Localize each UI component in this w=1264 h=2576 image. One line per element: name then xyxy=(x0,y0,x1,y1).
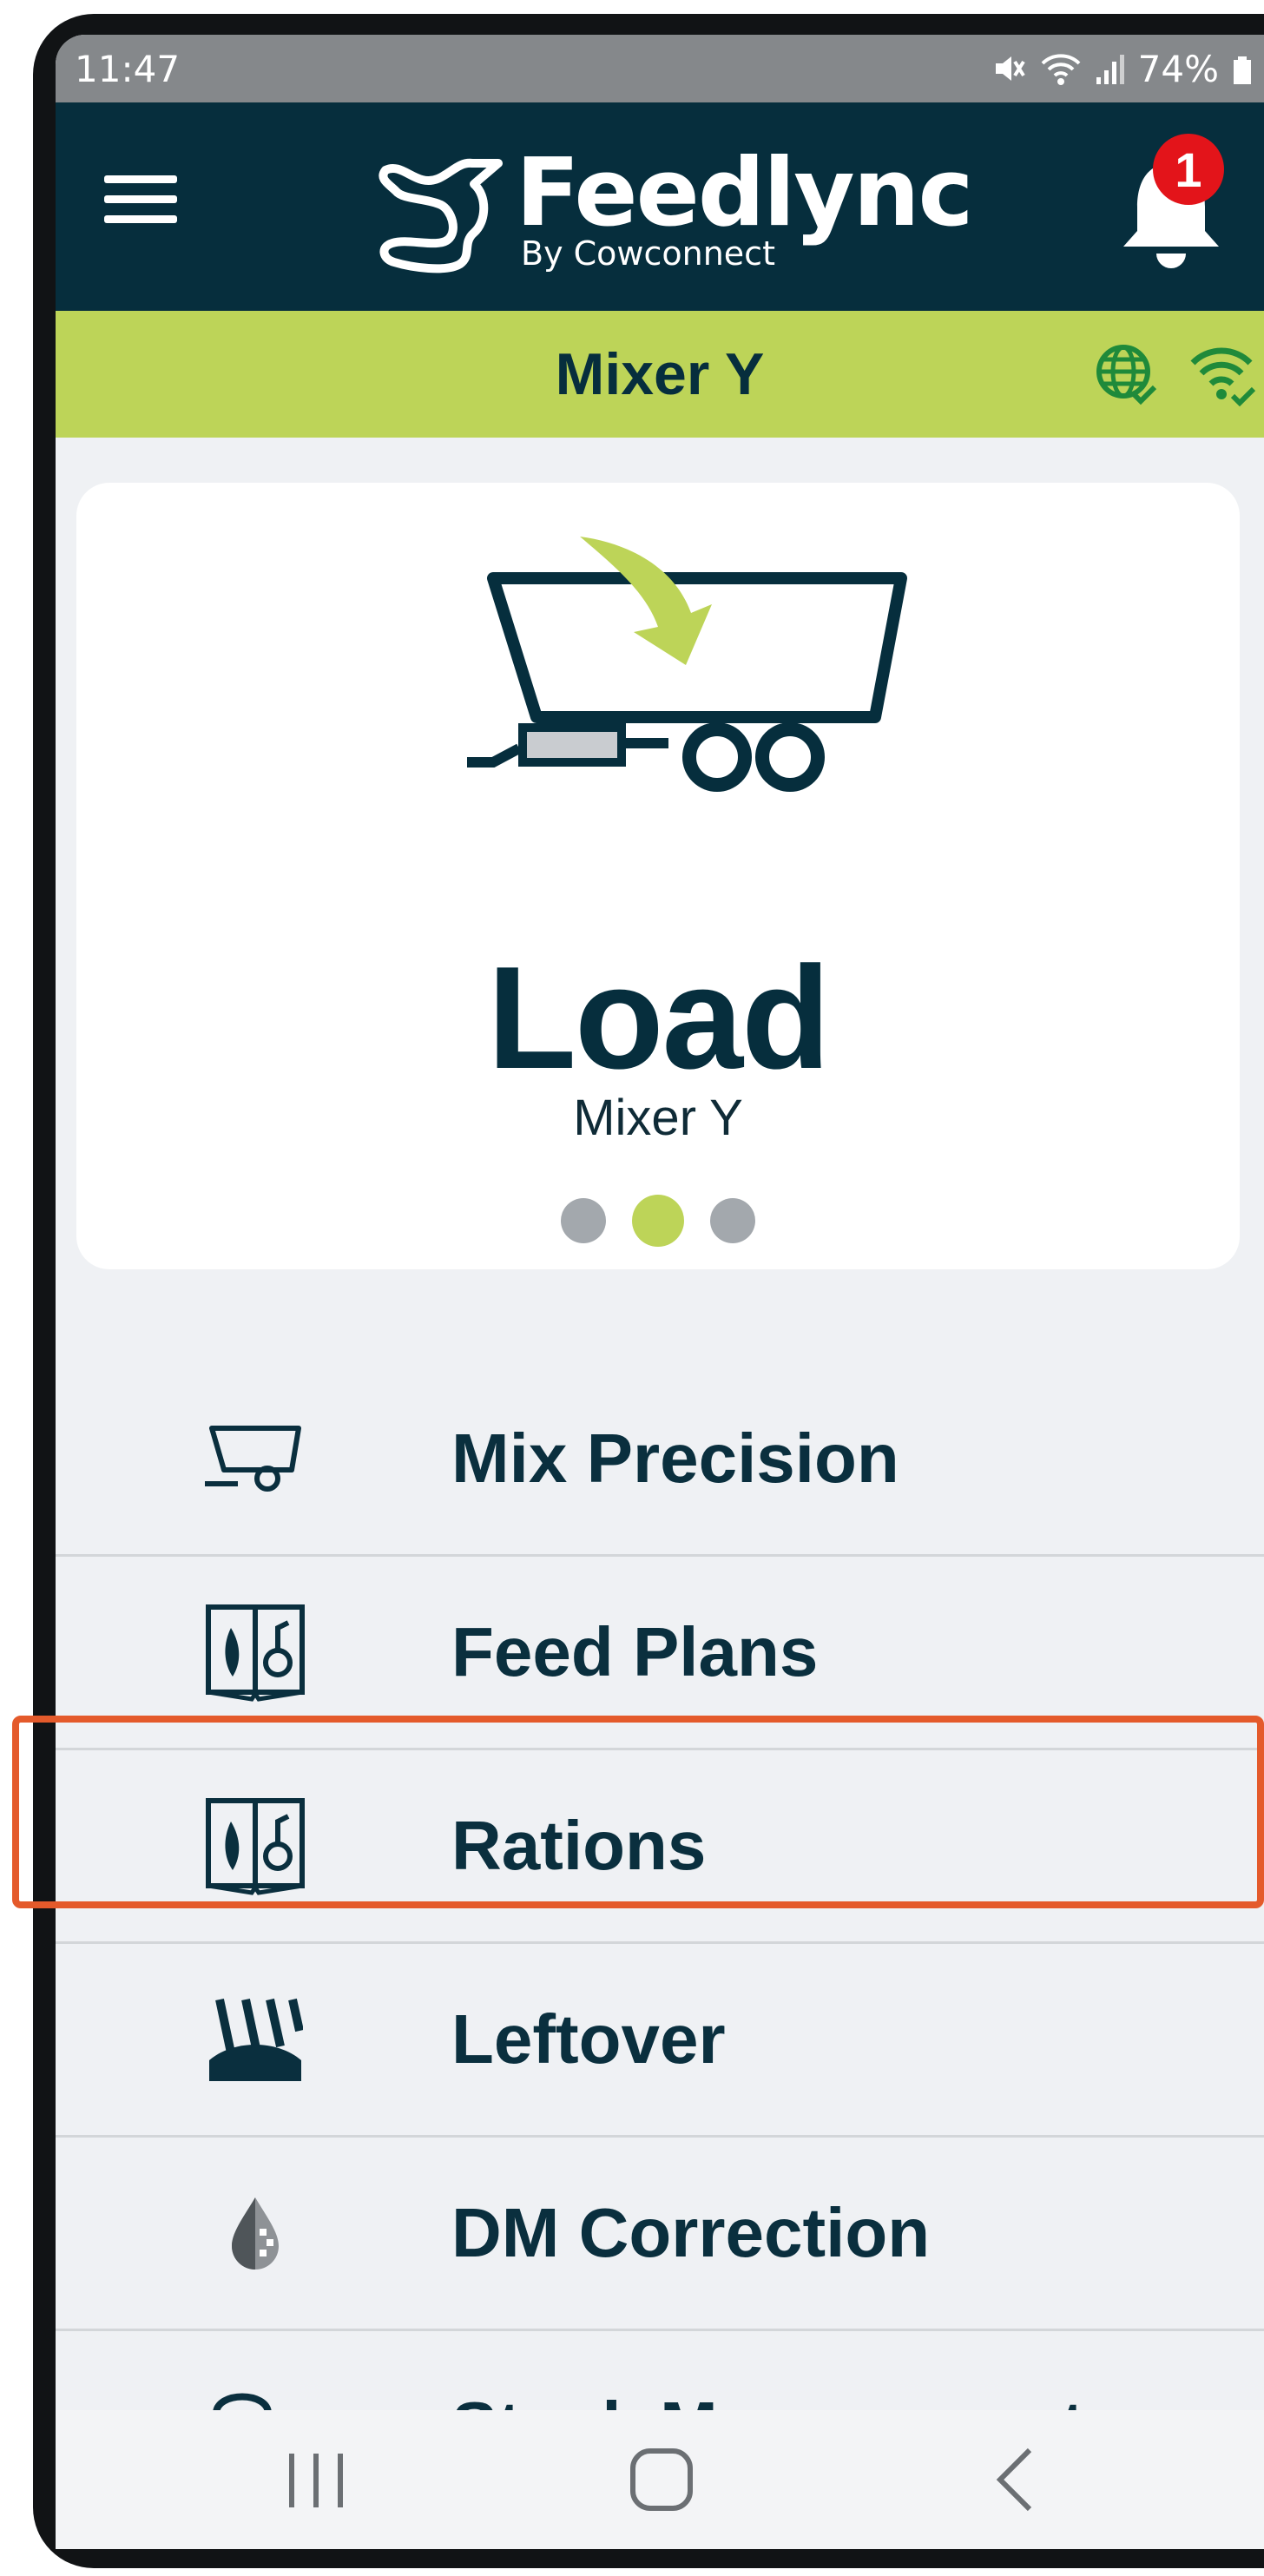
menu-line xyxy=(104,175,177,183)
card-title: Load xyxy=(487,936,830,1099)
globe-check-icon xyxy=(1096,345,1157,405)
menu-line xyxy=(104,195,177,203)
pager-dot-1[interactable] xyxy=(561,1198,606,1243)
mixer-cart-icon xyxy=(203,1407,307,1511)
hamburger-menu-button[interactable] xyxy=(104,175,177,238)
status-bar: 11:47 74% xyxy=(56,35,1264,102)
connection-status xyxy=(1094,342,1257,408)
menu-item-leftover[interactable]: Leftover xyxy=(56,1944,1264,2138)
back-button[interactable] xyxy=(990,2445,1042,2519)
logo-title: Feedlync xyxy=(516,139,974,247)
logo-subtitle: By Cowconnect xyxy=(521,234,775,273)
app-screen: 11:47 74% Feedlync By Cowconnect 1 Mixer… xyxy=(56,35,1264,2549)
menu-item-label: Mix Precision xyxy=(451,1420,899,1497)
menu-item-mix-precision[interactable]: Mix Precision xyxy=(56,1363,1264,1557)
feed-book-icon xyxy=(203,1600,307,1704)
wifi-check-icon xyxy=(1190,347,1256,407)
recents-icon xyxy=(289,2454,343,2507)
menu-item-rations[interactable]: Rations xyxy=(56,1750,1264,1944)
drop-icon xyxy=(203,2181,307,2285)
menu-item-label: Leftover xyxy=(451,2000,726,2078)
carousel-pager xyxy=(76,1195,1240,1247)
back-icon xyxy=(996,2448,1032,2512)
cow-logo-icon xyxy=(379,158,503,273)
leftover-icon xyxy=(203,1987,307,2092)
menu-item-dm-correction[interactable]: DM Correction xyxy=(56,2138,1264,2331)
recent-apps-button[interactable] xyxy=(281,2450,351,2515)
card-subtitle: Mixer Y xyxy=(573,1090,743,1146)
wifi-icon xyxy=(1041,54,1081,85)
mute-icon xyxy=(995,56,1025,81)
menu-item-label: Feed Plans xyxy=(451,1613,819,1690)
home-icon xyxy=(630,2448,693,2511)
pager-dot-2[interactable] xyxy=(632,1195,684,1247)
feedlync-logo: Feedlync By Cowconnect xyxy=(377,137,1002,276)
menu-item-label: Rations xyxy=(451,1807,707,1884)
feed-book-icon xyxy=(203,1794,307,1898)
home-button[interactable] xyxy=(629,2447,695,2517)
menu-item-feed-plans[interactable]: Feed Plans xyxy=(56,1557,1264,1750)
signal-icon xyxy=(1096,55,1124,84)
pager-dot-3[interactable] xyxy=(710,1198,755,1243)
mixer-wagon-icon xyxy=(467,537,907,792)
notification-badge: 1 xyxy=(1153,134,1224,205)
mixer-bar: Mixer Y xyxy=(56,311,1264,438)
menu-line xyxy=(104,215,177,223)
status-time: 11:47 xyxy=(75,47,181,90)
status-icons: 74% xyxy=(992,48,1254,90)
mixer-status-card[interactable]: Load Mixer Y xyxy=(76,483,1240,1269)
battery-percent: 74% xyxy=(1137,47,1219,90)
app-header: Feedlync By Cowconnect 1 xyxy=(56,102,1264,311)
battery-icon xyxy=(1234,56,1251,84)
system-nav-bar xyxy=(56,2410,1264,2549)
menu-item-label: DM Correction xyxy=(451,2194,931,2271)
mixer-title: Mixer Y xyxy=(555,341,765,407)
main-menu-list: Mix Precision Feed Plans Rations Leftove… xyxy=(56,1363,1264,2525)
